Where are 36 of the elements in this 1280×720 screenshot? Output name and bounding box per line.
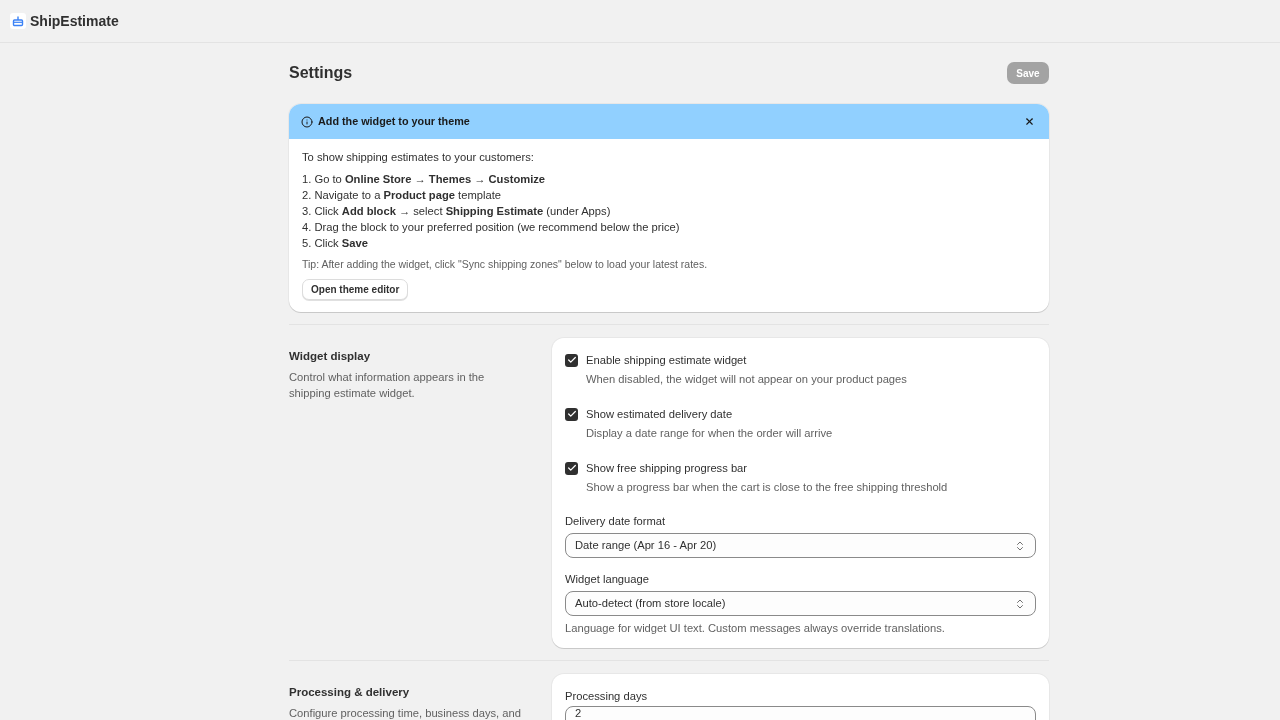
input-field[interactable]: 2 [565, 706, 1036, 720]
checkbox-label: Show estimated delivery date [586, 407, 734, 422]
chevron-up-down-icon [1014, 539, 1026, 552]
package-icon [10, 13, 26, 29]
checkbox[interactable] [565, 407, 578, 421]
select-field[interactable]: Auto-detect (from store locale) [565, 591, 1036, 616]
help-text: When disabled, the widget will not appear on your product pages [586, 372, 907, 387]
section-description: Configure processing time, business days, and [289, 706, 522, 720]
banner-title: Add the widget to your theme [318, 114, 470, 130]
close-icon [1023, 116, 1035, 127]
checkbox-label: Show free shipping progress bar [586, 461, 749, 476]
help-text: Show a progress bar when the cart is close to the free shipping threshold [586, 480, 948, 495]
checkbox[interactable] [565, 353, 578, 367]
select-field[interactable]: Date range (Apr 16 - Apr 20) [565, 533, 1036, 558]
checkbox[interactable] [565, 461, 578, 475]
banner-intro: To show shipping estimates to your customers: [302, 150, 535, 165]
field-label: Processing days [565, 689, 649, 704]
tip-text: Tip: After adding the widget, click "Sync shipping zones" below to load your latest rates. [302, 257, 709, 271]
help-text: Display a date range for when the order will arrive [586, 426, 833, 441]
section-title: Processing & delivery [289, 685, 411, 700]
instruction-step: 1. Go to Online Store → Themes → Customize [302, 171, 1036, 187]
instruction-step: 5. Click Save [302, 235, 1036, 251]
checkbox-label: Enable shipping estimate widget [586, 353, 748, 368]
field-label: Widget language [565, 572, 650, 587]
info-icon [301, 115, 313, 128]
help-text: Language for widget UI text. Custom messages always override translations. [565, 621, 946, 636]
field-label: Delivery date format [565, 514, 667, 529]
instruction-step: 4. Drag the block to your preferred position (we recommend below the price) [302, 219, 1036, 235]
instruction-step: 3. Click Add block → select Shipping Estimate (under Apps) [302, 203, 1036, 219]
app-title: ShipEstimate [30, 11, 119, 31]
chevron-up-down-icon [1014, 597, 1026, 610]
section-title: Widget display [289, 349, 372, 364]
page-title: Settings [289, 63, 353, 83]
section-description: Control what information appears in the shipping estimate widget. [289, 370, 486, 401]
instruction-step: 2. Navigate to a Product page template [302, 187, 1036, 203]
open-theme-editor-button[interactable]: Open theme editor [302, 279, 409, 300]
